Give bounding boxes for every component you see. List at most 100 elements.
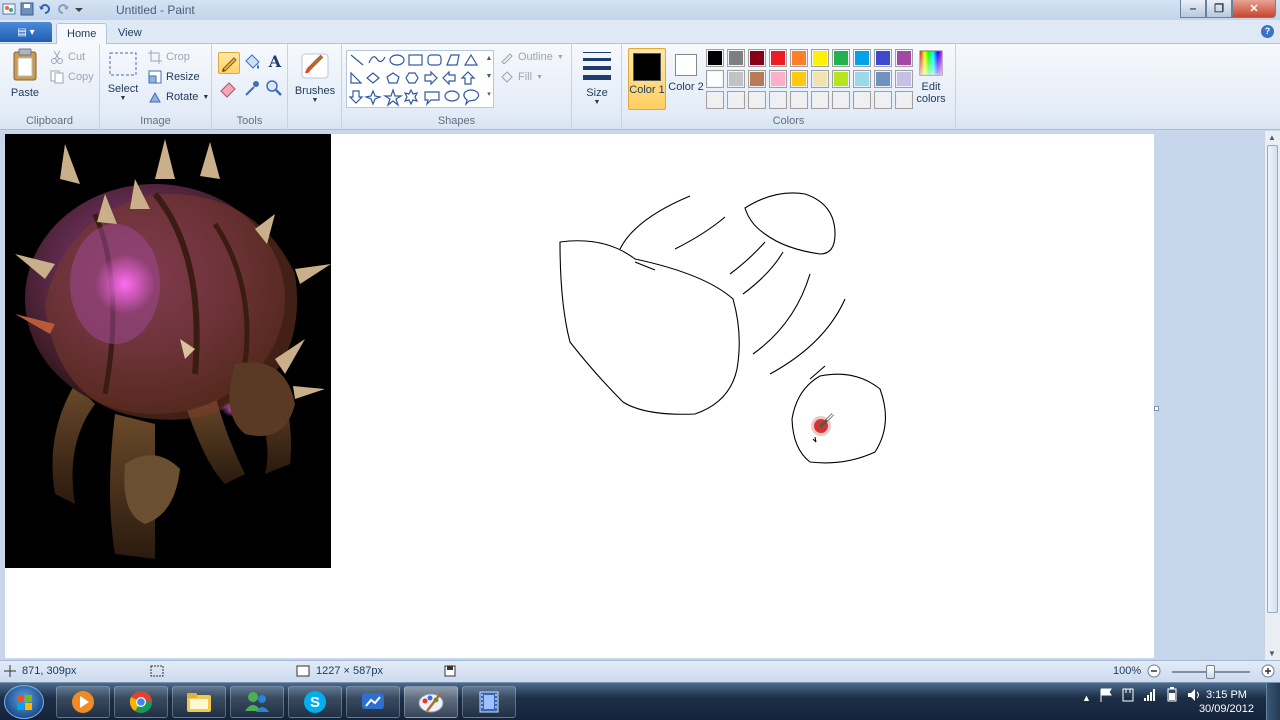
palette-swatch[interactable] bbox=[790, 91, 808, 109]
brushes-button[interactable]: Brushes ▼ bbox=[294, 48, 336, 104]
taskbar-chrome[interactable] bbox=[114, 686, 168, 718]
palette-swatch[interactable] bbox=[706, 91, 724, 109]
taskbar-messenger[interactable] bbox=[346, 686, 400, 718]
palette-swatch[interactable] bbox=[748, 49, 766, 67]
clock[interactable]: 3:15 PM 30/09/2012 bbox=[1199, 688, 1254, 716]
palette-swatch-fill bbox=[876, 93, 890, 107]
taskbar-live-messenger[interactable] bbox=[230, 686, 284, 718]
pencil-tool[interactable] bbox=[218, 52, 240, 74]
scroll-up-icon[interactable]: ▲ bbox=[1268, 133, 1276, 142]
zoom-in-button[interactable] bbox=[1261, 664, 1275, 678]
color-picker-tool[interactable] bbox=[242, 78, 264, 100]
palette-swatch[interactable] bbox=[706, 49, 724, 67]
taskbar-media-player[interactable] bbox=[56, 686, 110, 718]
scrollbar-thumb[interactable] bbox=[1267, 145, 1278, 613]
palette-swatch[interactable] bbox=[748, 70, 766, 88]
start-button[interactable] bbox=[4, 685, 44, 719]
palette-swatch[interactable] bbox=[853, 91, 871, 109]
window-controls: ‒ ❐ ✕ bbox=[1180, 0, 1276, 18]
palette-swatch-fill bbox=[897, 51, 911, 65]
palette-swatch[interactable] bbox=[874, 49, 892, 67]
palette-swatch[interactable] bbox=[832, 49, 850, 67]
flag-icon[interactable] bbox=[1099, 687, 1113, 706]
magnifier-tool[interactable] bbox=[264, 78, 286, 100]
palette-swatch[interactable] bbox=[895, 91, 913, 109]
palette-swatch[interactable] bbox=[727, 91, 745, 109]
vertical-scrollbar[interactable]: ▲ ▼ bbox=[1264, 131, 1280, 660]
paste-button[interactable]: Paste bbox=[8, 48, 42, 99]
status-bar: 871, 309px 1227 × 587px 100% bbox=[0, 660, 1280, 682]
paint-app-icon[interactable] bbox=[2, 2, 16, 16]
palette-swatch[interactable] bbox=[853, 49, 871, 67]
taskbar-skype[interactable]: S bbox=[288, 686, 342, 718]
palette-swatch[interactable] bbox=[853, 70, 871, 88]
palette-swatch[interactable] bbox=[874, 91, 892, 109]
palette-swatch[interactable] bbox=[811, 49, 829, 67]
close-button[interactable]: ✕ bbox=[1232, 0, 1276, 18]
crop-button[interactable]: Crop bbox=[148, 50, 190, 64]
canvas-resize-handle-right[interactable] bbox=[1154, 406, 1159, 411]
palette-swatch[interactable] bbox=[811, 91, 829, 109]
drawing-canvas[interactable] bbox=[5, 134, 1159, 658]
cut-button[interactable]: Cut bbox=[50, 50, 85, 64]
shapes-gallery-scroll[interactable]: ▲ ▼ ▾ bbox=[484, 50, 494, 108]
palette-swatch[interactable] bbox=[748, 91, 766, 109]
paint-menu-button[interactable]: ▤ ▾ bbox=[0, 22, 52, 42]
zoom-out-button[interactable] bbox=[1147, 664, 1161, 678]
palette-swatch[interactable] bbox=[832, 91, 850, 109]
palette-swatch[interactable] bbox=[895, 49, 913, 67]
resize-button[interactable]: Resize bbox=[148, 70, 200, 84]
edit-colors-button[interactable]: Edit colors bbox=[912, 48, 950, 105]
zoom-out-icon bbox=[1147, 664, 1161, 678]
palette-swatch[interactable] bbox=[706, 70, 724, 88]
customize-chevron-icon[interactable] bbox=[74, 2, 88, 16]
palette-swatch[interactable] bbox=[874, 70, 892, 88]
select-label: Select bbox=[107, 83, 139, 95]
outline-button[interactable]: Outline ▼ bbox=[500, 50, 564, 64]
text-tool[interactable]: A bbox=[264, 52, 286, 74]
device-icon[interactable] bbox=[1121, 687, 1135, 706]
size-button[interactable]: Size ▼ bbox=[578, 48, 616, 106]
redo-icon[interactable] bbox=[56, 2, 70, 16]
colors-group: Color 1 Color 2 Edit colors Colors bbox=[622, 44, 956, 130]
cloud-callout-shape-icon bbox=[463, 89, 480, 106]
show-hidden-icons-icon[interactable]: ▲ bbox=[1082, 693, 1091, 706]
network-icon[interactable] bbox=[1143, 687, 1157, 706]
palette-swatch[interactable] bbox=[790, 49, 808, 67]
undo-icon[interactable] bbox=[38, 2, 52, 16]
eraser-tool[interactable] bbox=[218, 78, 240, 100]
palette-swatch-fill bbox=[729, 51, 743, 65]
fill-button[interactable]: Fill ▼ bbox=[500, 70, 543, 84]
palette-swatch[interactable] bbox=[811, 70, 829, 88]
save-icon[interactable] bbox=[20, 2, 34, 16]
palette-swatch[interactable] bbox=[790, 70, 808, 88]
color-2-button[interactable]: Color 2 bbox=[668, 48, 704, 108]
tab-view[interactable]: View bbox=[108, 23, 152, 44]
show-desktop-button[interactable] bbox=[1266, 683, 1280, 720]
taskbar-paint[interactable] bbox=[404, 686, 458, 718]
palette-swatch[interactable] bbox=[727, 70, 745, 88]
palette-swatch[interactable] bbox=[769, 91, 787, 109]
taskbar-movie-maker[interactable] bbox=[462, 686, 516, 718]
tab-home[interactable]: Home bbox=[56, 23, 108, 44]
zoom-slider-thumb[interactable] bbox=[1206, 665, 1215, 679]
rotate-button[interactable]: Rotate ▼ bbox=[148, 90, 209, 104]
palette-swatch-fill bbox=[708, 72, 722, 86]
palette-swatch[interactable] bbox=[769, 49, 787, 67]
palette-swatch[interactable] bbox=[832, 70, 850, 88]
taskbar-explorer[interactable] bbox=[172, 686, 226, 718]
copy-button[interactable]: Copy bbox=[50, 70, 94, 84]
minimize-button[interactable]: ‒ bbox=[1180, 0, 1206, 18]
maximize-button[interactable]: ❐ bbox=[1206, 0, 1232, 18]
help-icon[interactable]: ? bbox=[1261, 25, 1274, 38]
scroll-down-icon[interactable]: ▼ bbox=[1268, 649, 1276, 658]
disk-icon bbox=[444, 665, 456, 677]
tools-group: A Tools bbox=[212, 44, 288, 130]
palette-swatch[interactable] bbox=[895, 70, 913, 88]
color-1-button[interactable]: Color 1 bbox=[628, 48, 666, 110]
palette-swatch[interactable] bbox=[769, 70, 787, 88]
battery-icon[interactable] bbox=[1165, 687, 1179, 706]
fill-tool[interactable] bbox=[242, 52, 264, 74]
palette-swatch[interactable] bbox=[727, 49, 745, 67]
select-button[interactable]: Select ▼ bbox=[106, 50, 140, 102]
